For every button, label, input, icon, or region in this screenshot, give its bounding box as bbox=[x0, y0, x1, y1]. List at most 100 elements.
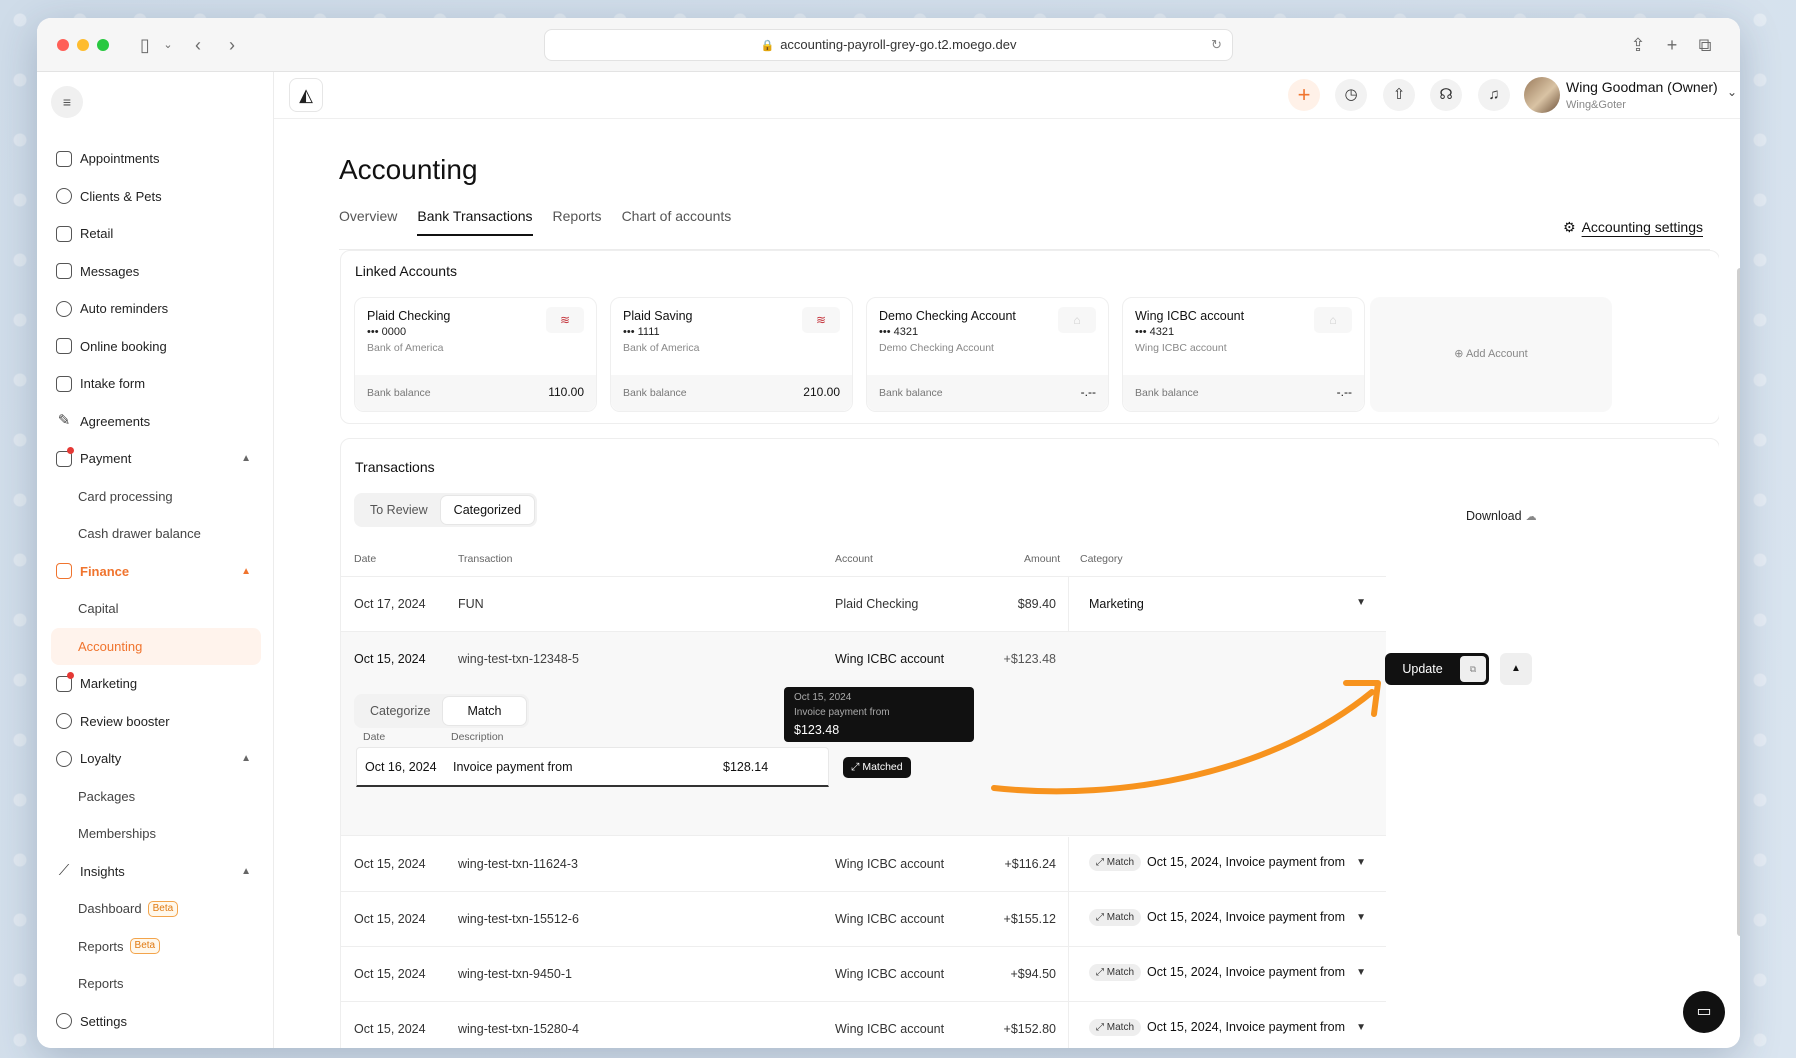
upload-icon[interactable]: ⇧ bbox=[1383, 79, 1415, 111]
forward-icon[interactable]: › bbox=[221, 34, 243, 56]
sidebar-item-auto-reminders[interactable]: Auto reminders bbox=[51, 290, 261, 328]
account-card[interactable]: Plaid Saving ••• 1111 Bank of America ≋ … bbox=[610, 297, 853, 412]
close-window-button[interactable] bbox=[57, 39, 69, 51]
mode-categorize[interactable]: Categorize bbox=[357, 697, 443, 725]
matched-badge[interactable]: ⤢ Matched bbox=[843, 757, 911, 778]
sidebar-item-label: Intake form bbox=[80, 376, 146, 392]
app-logo[interactable]: ◭ bbox=[289, 78, 323, 112]
category-select[interactable]: ⤢ Match Oct 15, 2024, Invoice payment fro… bbox=[1068, 837, 1386, 891]
minimize-window-button[interactable] bbox=[77, 39, 89, 51]
beta-badge: Beta bbox=[147, 900, 179, 917]
account-card[interactable]: Plaid Checking ••• 0000 Bank of America … bbox=[354, 297, 597, 412]
table-row[interactable]: Oct 15, 2024 wing-test-txn-9450-1 Wing I… bbox=[341, 947, 1386, 1002]
sidebar-item-insights[interactable]: ⟋ Insights ▲ bbox=[51, 853, 261, 891]
address-bar[interactable]: 🔒 accounting-payroll-grey-go.t2.moego.dev… bbox=[544, 29, 1233, 61]
table-row[interactable]: Oct 15, 2024 wing-test-txn-11624-3 Wing … bbox=[341, 837, 1386, 892]
sidebar-toggle-icon[interactable]: ▯ bbox=[134, 34, 156, 56]
table-row[interactable]: Oct 17, 2024 FUN Plaid Checking $89.40 M… bbox=[341, 577, 1386, 632]
reload-icon[interactable]: ↻ bbox=[1211, 30, 1222, 60]
account-card-header: Plaid Checking ••• 0000 Bank of America … bbox=[355, 298, 596, 368]
bell-icon[interactable]: ♫ bbox=[1478, 79, 1510, 111]
sidebar-item-marketing[interactable]: Marketing bbox=[51, 665, 261, 703]
chat-support-button[interactable]: ▭ bbox=[1683, 991, 1725, 1033]
copy-icon[interactable]: ⧉ bbox=[1460, 656, 1486, 682]
tabs-overview-icon[interactable]: ⧉ bbox=[1694, 34, 1716, 56]
sidebar-item-label: Packages bbox=[78, 788, 136, 804]
row-amount: +$116.24 bbox=[1004, 857, 1056, 871]
scrollbar[interactable] bbox=[1737, 268, 1740, 936]
maximize-window-button[interactable] bbox=[97, 39, 109, 51]
row-date: Oct 15, 2024 bbox=[354, 1022, 426, 1036]
filter-categorized[interactable]: Categorized bbox=[440, 496, 535, 524]
sidebar-item-packages[interactable]: Packages bbox=[51, 778, 261, 816]
sidebar-item-reports[interactable]: Reports bbox=[51, 965, 261, 1003]
add-icon[interactable]: + bbox=[1288, 79, 1320, 111]
sidebar-item-capital[interactable]: Capital bbox=[51, 590, 261, 628]
row-account: Wing ICBC account bbox=[835, 912, 945, 926]
match-description: Invoice payment from bbox=[453, 760, 573, 774]
collapse-row-button[interactable]: ▲ bbox=[1500, 653, 1532, 685]
sidebar-item-intake-form[interactable]: Intake form bbox=[51, 365, 261, 403]
category-select[interactable]: ⤢ Match Oct 15, 2024, Invoice payment fro… bbox=[1068, 1002, 1386, 1048]
share-icon[interactable]: ⇪ bbox=[1627, 34, 1649, 56]
table-row[interactable]: Oct 15, 2024 wing-test-txn-15280-4 Wing … bbox=[341, 1002, 1386, 1048]
balance-value: 210.00 bbox=[803, 385, 840, 399]
sidebar-item-reports-beta[interactable]: Reports Beta bbox=[51, 928, 261, 966]
add-account-button[interactable]: ⊕ Add Account bbox=[1370, 297, 1612, 412]
sidebar-item-label: Loyalty bbox=[80, 751, 122, 767]
sidebar-item-memberships[interactable]: Memberships bbox=[51, 815, 261, 853]
sidebar-item-label: Dashboard bbox=[78, 901, 142, 917]
gear-icon: ⚙ bbox=[1563, 219, 1576, 235]
update-button[interactable]: Update ⧉ bbox=[1385, 653, 1489, 685]
account-number: ••• 4321 bbox=[1135, 326, 1175, 338]
sidebar-item-finance[interactable]: Finance ▲ bbox=[51, 553, 261, 591]
tab-reports[interactable]: Reports bbox=[553, 196, 602, 236]
table-row[interactable]: Oct 15, 2024 wing-test-txn-15512-6 Wing … bbox=[341, 892, 1386, 947]
category-select[interactable]: ⤢ Match Oct 15, 2024, Invoice payment fro… bbox=[1068, 947, 1386, 1001]
accounting-settings-link[interactable]: ⚙ Accounting settings bbox=[1563, 219, 1703, 236]
sidebar-item-messages[interactable]: Messages bbox=[51, 253, 261, 291]
table-header: Date Transaction Account Amount Category bbox=[341, 541, 1386, 577]
table-row-expanded[interactable]: Oct 15, 2024 wing-test-txn-12348-5 Wing … bbox=[341, 632, 1386, 687]
sidebar-item-agreements[interactable]: ✎ Agreements bbox=[51, 403, 261, 441]
sidebar-item-settings[interactable]: Settings bbox=[51, 1003, 261, 1041]
sidebar-item-review-booster[interactable]: Review booster bbox=[51, 703, 261, 741]
col-transaction: Transaction bbox=[458, 553, 513, 565]
sidebar-item-cash-drawer-balance[interactable]: Cash drawer balance bbox=[51, 515, 261, 553]
row-amount: +$155.12 bbox=[1003, 912, 1056, 926]
mode-match[interactable]: Match bbox=[443, 697, 526, 725]
matched-label: Matched bbox=[862, 761, 903, 773]
tab-bank-transactions[interactable]: Bank Transactions bbox=[417, 196, 533, 236]
bank-of-america-logo-icon: ≋ bbox=[546, 307, 584, 333]
sidebar-item-appointments[interactable]: Appointments bbox=[51, 140, 261, 178]
sidebar-item-retail[interactable]: Retail bbox=[51, 215, 261, 253]
account-card[interactable]: Demo Checking Account ••• 4321 Demo Chec… bbox=[866, 297, 1109, 412]
sidebar-item-card-processing[interactable]: Card processing bbox=[51, 478, 261, 516]
sidebar-item-loyalty[interactable]: Loyalty ▲ bbox=[51, 740, 261, 778]
category-select[interactable]: ⤢ Match Oct 15, 2024, Invoice payment fro… bbox=[1068, 892, 1386, 946]
balance-label: Bank balance bbox=[367, 387, 431, 399]
filter-to-review[interactable]: To Review bbox=[357, 496, 441, 524]
sidebar-item-payment[interactable]: Payment ▲ bbox=[51, 440, 261, 478]
sidebar-item-accounting[interactable]: Accounting bbox=[51, 627, 261, 665]
headset-icon[interactable]: ☊ bbox=[1430, 79, 1462, 111]
sidebar-item-online-booking[interactable]: Online booking bbox=[51, 328, 261, 366]
tab-overview[interactable]: Overview bbox=[339, 196, 397, 236]
sidebar-item-label: Finance bbox=[80, 563, 130, 579]
menu-icon[interactable]: ≡ bbox=[51, 86, 83, 118]
sidebar-item-dashboard[interactable]: Dashboard Beta bbox=[51, 890, 261, 928]
match-candidate-row[interactable]: Oct 16, 2024 Invoice payment from $128.1… bbox=[356, 747, 829, 787]
back-icon[interactable]: ‹ bbox=[187, 34, 209, 56]
clock-icon[interactable]: ◷ bbox=[1335, 79, 1367, 111]
account-card[interactable]: Wing ICBC account ••• 4321 Wing ICBC acc… bbox=[1122, 297, 1365, 412]
chevron-down-icon: ⌄ bbox=[1727, 85, 1738, 99]
category-select[interactable]: Marketing ▼ bbox=[1068, 577, 1386, 631]
new-tab-icon[interactable]: + bbox=[1661, 34, 1683, 56]
chevron-down-icon[interactable]: ⌄ bbox=[157, 34, 179, 56]
category-value-wrap: ⤢ Match Oct 15, 2024, Invoice payment fro… bbox=[1089, 854, 1345, 871]
message-icon bbox=[56, 263, 72, 280]
tab-chart-of-accounts[interactable]: Chart of accounts bbox=[622, 196, 732, 236]
download-cloud-icon: ☁ bbox=[1525, 511, 1537, 523]
sidebar-item-clients-pets[interactable]: Clients & Pets bbox=[51, 178, 261, 216]
download-button[interactable]: Download ☁ bbox=[1466, 509, 1537, 523]
